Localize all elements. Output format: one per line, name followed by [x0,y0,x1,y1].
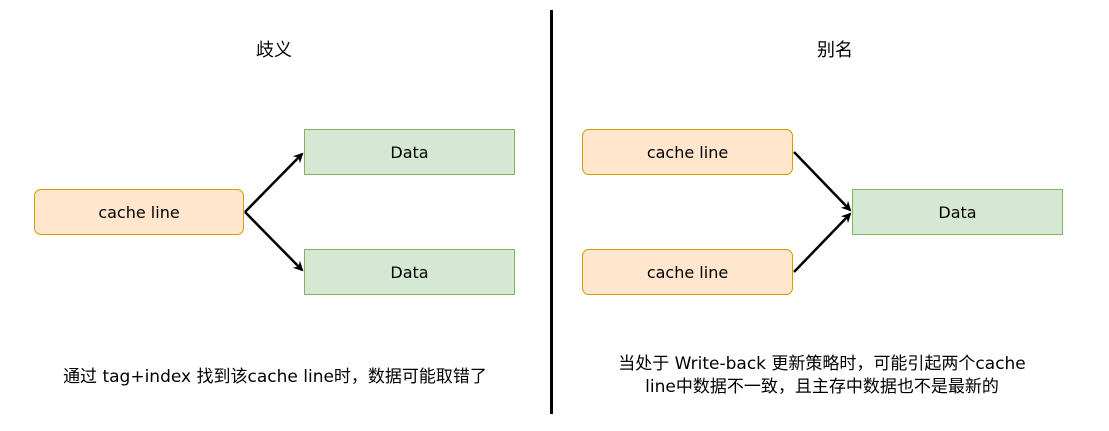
connector-arrows [244,151,852,273]
arrow-bottom-cache-to-data [793,212,852,273]
arrow-top-cache-to-data [793,151,852,212]
arrow-left-to-bottom-data [244,211,304,272]
arrow-left-to-top-data [244,152,304,213]
